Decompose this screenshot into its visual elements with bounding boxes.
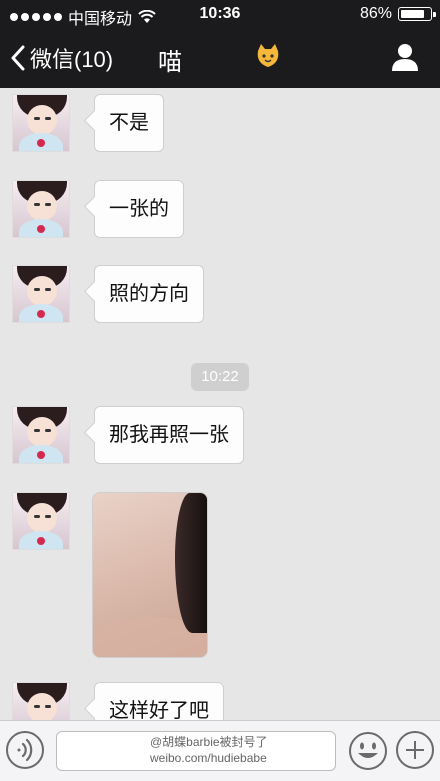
- battery-percent: 86%: [359, 5, 392, 22]
- chat-area[interactable]: 不是 一张的 照的方向 10:22 那我再照一张 这样好了吧: [0, 88, 440, 720]
- battery-icon: [398, 7, 436, 21]
- voice-icon: [17, 738, 33, 762]
- avatar[interactable]: [12, 94, 70, 152]
- avatar[interactable]: [12, 180, 70, 238]
- back-button[interactable]: 微信(10): [10, 42, 113, 74]
- voice-button[interactable]: [6, 731, 44, 769]
- person-icon[interactable]: [390, 42, 420, 72]
- message-bubble[interactable]: 这样好了吧: [94, 682, 224, 720]
- cat-face-icon: [257, 44, 279, 67]
- watermark: @胡蝶barbie被封号了 weibo.com/hudiebabe: [150, 734, 268, 766]
- smiley-icon[interactable]: [348, 731, 388, 771]
- message-bubble[interactable]: 一张的: [94, 180, 184, 238]
- chat-title: 喵: [158, 49, 182, 76]
- message-bubble[interactable]: 那我再照一张: [94, 406, 244, 464]
- avatar[interactable]: [12, 265, 70, 323]
- chevron-left-icon: [11, 45, 25, 71]
- timestamp-badge: 10:22: [191, 363, 249, 391]
- back-label: 微信(10): [30, 47, 114, 72]
- nav-bar: 微信(10) 喵: [0, 28, 440, 88]
- avatar[interactable]: [12, 682, 70, 720]
- status-bar: 中国移动 10:36 86%: [0, 0, 440, 28]
- plus-button[interactable]: [396, 731, 434, 769]
- avatar[interactable]: [12, 492, 70, 550]
- message-bubble[interactable]: 不是: [94, 94, 164, 152]
- message-bubble[interactable]: 照的方向: [94, 265, 204, 323]
- battery-fill: [401, 10, 424, 18]
- watermark-line1: @胡蝶barbie被封号了: [150, 735, 268, 749]
- selfie-photo[interactable]: [92, 492, 208, 658]
- avatar[interactable]: [12, 406, 70, 464]
- watermark-line2: weibo.com/hudiebabe: [150, 751, 267, 765]
